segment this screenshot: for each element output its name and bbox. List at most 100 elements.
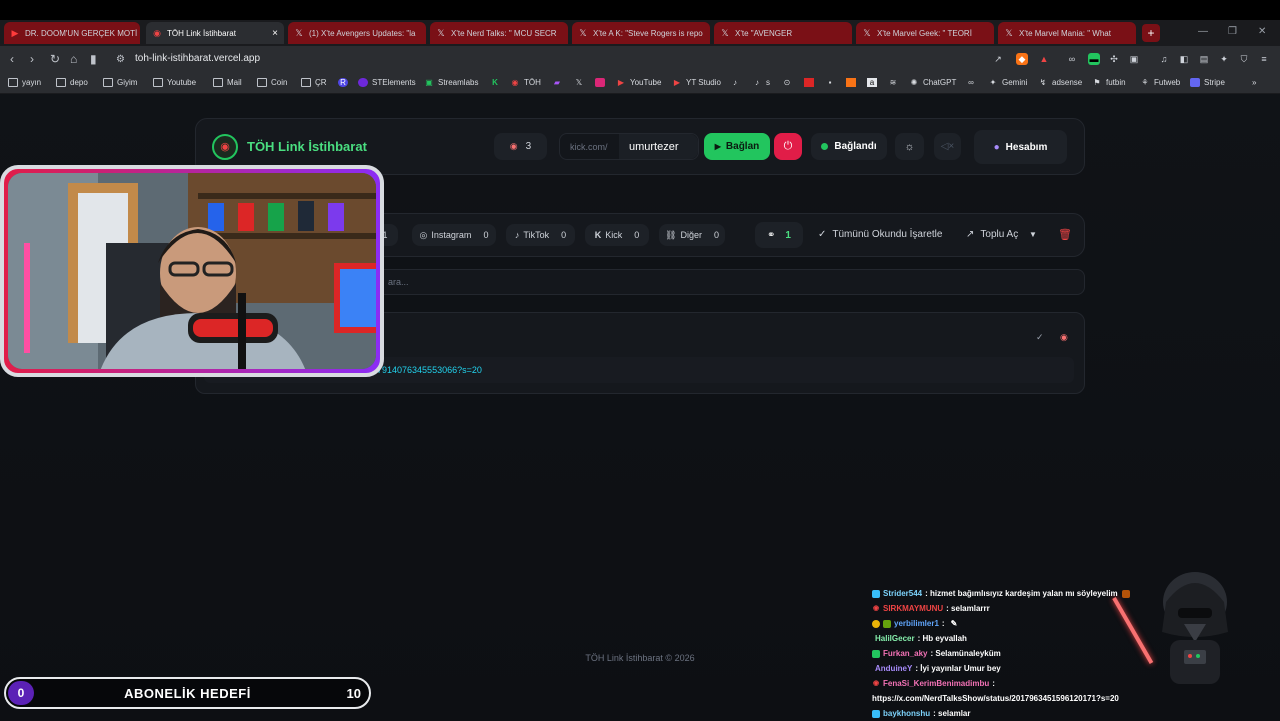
tab-toh-active[interactable]: ◉ TÖH Link İstihbarat × [146,22,284,44]
new-tab-button[interactable]: + [1142,24,1160,42]
trash-icon[interactable]: 🗑︎ [1058,228,1072,241]
bookmark-icon-only[interactable] [804,78,818,87]
page-title: TÖH Link İstihbarat [247,139,367,154]
mark-all-read-button[interactable]: ✓ Tümünü Okundu İşaretle [818,229,942,240]
home-icon[interactable]: ⌂ [70,52,77,66]
counter-badge[interactable]: ◉ 3 [494,133,547,160]
extension-glasses-icon[interactable]: ∞ [1066,53,1078,65]
rewards-icon[interactable]: ▲ [1038,53,1050,65]
bookmark-folder[interactable]: Youtube [153,78,196,87]
bookmark-link[interactable]: ↯ adsense [1038,78,1083,87]
tab-x-3[interactable]: 𝕏 X'te A K: "Steve Rogers is repo [572,22,710,44]
filter-kick[interactable]: K Kick 0 [585,224,649,246]
tab-x-2[interactable]: 𝕏 X'te Nerd Talks: " MCU SECR [430,22,568,44]
filter-other[interactable]: ⛓ Diğer 0 [659,224,725,246]
site-info-icon[interactable]: ⚙ [116,54,125,65]
close-window-icon[interactable]: ✕ [1258,26,1266,37]
minimize-icon[interactable]: — [1198,26,1208,37]
bookmark-instagram[interactable] [595,78,609,87]
bookmark-kick[interactable]: K [490,78,504,87]
bookmark-twitch[interactable]: ▰ [552,78,566,87]
remove-icon[interactable]: ◉ [1060,332,1068,343]
close-tab-icon[interactable]: × [272,28,278,39]
bookmark-icon-only[interactable]: ▪ [825,78,839,87]
bookmark-folder[interactable]: yayın [8,78,41,87]
connect-button[interactable]: ▶ Bağlan [704,133,770,160]
account-button[interactable]: ● Hesabım [974,130,1067,164]
reload-icon[interactable]: ↻ [50,52,60,66]
bookmark-icon-only[interactable]: ≋ [888,78,902,87]
bookmark-r[interactable]: R [338,78,352,87]
folder-icon [153,78,163,87]
bookmark-link[interactable]: ✺ ChatGPT [909,78,957,87]
vpn-icon[interactable]: ⛉ [1238,53,1250,65]
bookmark-folder[interactable]: Giyim [103,78,137,87]
bookmark-link[interactable]: Stripe [1190,78,1225,87]
tile-icon: ▪ [828,78,832,87]
extension-green-icon[interactable]: ▬ [1088,53,1100,65]
bookmark-icon-only[interactable]: ∞ [966,78,980,87]
bookmarks-overflow[interactable]: » [1252,78,1256,87]
bookmark-icon-only[interactable]: a [867,78,881,87]
theme-toggle-button[interactable]: ☼ [895,133,924,160]
bookmark-icon[interactable]: ▮ [90,52,97,66]
tab-x-5[interactable]: 𝕏 X'te Marvel Geek: " TEORİ [856,22,994,44]
tiktok-icon: ♪ [514,230,520,240]
filter-tiktok[interactable]: ♪ TikTok 0 [506,224,575,246]
stripe-icon [1190,78,1200,87]
extension-square-icon[interactable]: ▣ [1128,53,1140,65]
bookmark-folder[interactable]: Coin [257,78,287,87]
url-field[interactable]: toh-link-istihbarat.vercel.app [135,53,260,64]
tab-x-6[interactable]: 𝕏 X'te Marvel Mania: " What [998,22,1136,44]
leo-icon[interactable]: ✦ [1218,53,1230,65]
disconnect-button[interactable]: ⏻ [774,133,802,160]
x-icon: 𝕏 [1005,28,1013,38]
toh-badge-icon: ◉ [872,679,880,687]
bookmark-folder[interactable]: depo [56,78,88,87]
back-icon[interactable]: ‹ [10,52,14,66]
brave-shield-icon[interactable]: ◆ [1016,53,1028,65]
channel-input[interactable]: umurtezer [619,134,698,159]
bookmark-link[interactable]: ⚘ Futweb [1140,78,1180,87]
external-link-icon: ↗ [966,229,975,240]
bookmark-link[interactable]: ✦ Gemini [988,78,1028,87]
folder-icon [8,78,18,87]
sidebar-icon[interactable]: ◧ [1178,53,1190,65]
tab-youtube[interactable]: ▶ DR. DOOM'UN GERÇEK MOTİ [4,22,140,44]
top-strip [0,0,1280,20]
menu-icon[interactable]: ≡ [1258,53,1270,65]
wallet-icon[interactable]: ▤ [1198,53,1210,65]
bookmark-x[interactable]: 𝕏 [574,78,588,87]
forward-icon[interactable]: › [30,52,34,66]
bookmark-tiktok[interactable]: ♪ [730,78,744,87]
bookmark-link[interactable]: ▶ YT Studio [672,78,721,87]
bulk-open-button[interactable]: ↗ Toplu Aç ▼ [966,229,1037,240]
bookmark-folder[interactable]: Mail [213,78,242,87]
bookmark-icon-only[interactable] [846,78,860,87]
filter-instagram[interactable]: ◎ Instagram 0 [412,224,496,246]
bookmark-link[interactable]: ▶ YouTube [616,78,662,87]
tab-x-4[interactable]: 𝕏 X'te "AVENGER [714,22,852,44]
bookmark-folder[interactable]: ÇR [301,78,327,87]
extension-puzzle-icon[interactable]: ✣ [1108,53,1120,65]
bookmark-icon-only[interactable]: ⊙ [782,78,796,87]
speaker-muted-icon: ◁× [940,141,955,152]
share-icon[interactable]: ↗ [992,53,1004,65]
mark-read-icon[interactable]: ✓ [1036,332,1044,343]
mute-button[interactable]: ◁× [934,133,961,160]
emote-icon: ✎ [950,619,958,628]
bookmark-link[interactable]: ▣ Streamlabs [424,78,478,87]
tab-x-1[interactable]: 𝕏 (1) X'te Avengers Updates: "la [288,22,426,44]
link-url[interactable]: 17914076345553066?s=20 [372,365,482,375]
address-bar: ‹ › ↻ ⌂ ▮ ⚙ toh-link-istihbarat.vercel.a… [0,46,1280,73]
bookmark-link[interactable]: ◉ TÖH [510,78,541,87]
gift-badge-icon [872,619,880,628]
logo-icon: ◉ [212,134,238,160]
media-icon[interactable]: ♫ [1158,53,1170,65]
restore-icon[interactable]: ❐ [1228,26,1237,37]
stripes-icon: ≋ [889,78,897,87]
bookmark-link[interactable]: ⚑ futbin [1092,78,1125,87]
bookmark-link[interactable]: ♪ s [752,78,770,87]
bookmark-link[interactable]: STElements [358,78,416,87]
channel-input-group: kick.com/ umurtezer [559,133,699,160]
